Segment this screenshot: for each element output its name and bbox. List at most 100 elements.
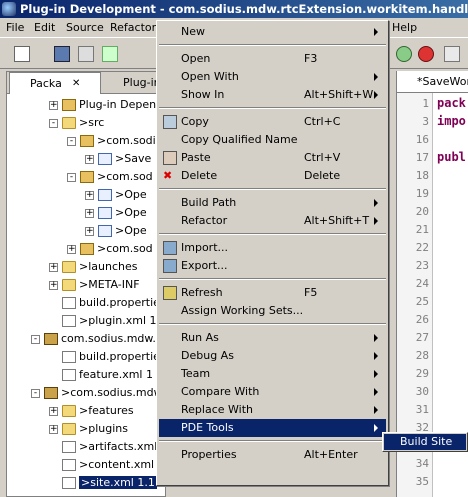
tree-item[interactable]: + >Ope	[85, 186, 147, 204]
collapse-icon[interactable]: -	[31, 388, 40, 398]
menu-item-export[interactable]: Export...	[159, 257, 386, 275]
menu-item-label: Copy Qualified Name	[181, 133, 298, 146]
tree-item[interactable]: + >META-INF	[49, 276, 140, 294]
menu-item-compare-with[interactable]: Compare With	[159, 383, 386, 401]
menu-item-open-with[interactable]: Open With	[159, 68, 386, 86]
menu-item-import[interactable]: Import...	[159, 239, 386, 257]
pkg-icon	[80, 135, 94, 147]
tree-item[interactable]: >content.xml	[49, 456, 154, 474]
line-number: 3	[422, 115, 429, 128]
save-icon[interactable]	[54, 46, 70, 62]
tree-item[interactable]: - >com.sod	[67, 168, 153, 186]
line-number: 29	[415, 367, 429, 380]
expand-icon[interactable]: +	[85, 226, 94, 236]
menu-item-label: PDE Tools	[181, 421, 234, 434]
menu-item-copy-qualified-name[interactable]: Copy Qualified Name	[159, 131, 386, 149]
menu-help[interactable]: Help	[392, 21, 417, 34]
submenu-arrow-icon	[374, 28, 378, 36]
menu-separator	[159, 323, 386, 325]
collapse-icon[interactable]: -	[31, 334, 40, 344]
tree-item[interactable]: - >com.sodius.mdw	[31, 384, 163, 402]
menu-item-label: Refresh	[181, 286, 223, 299]
menu-item-debug-as[interactable]: Debug As	[159, 347, 386, 365]
menu-separator	[159, 440, 386, 442]
menu-item-label: Team	[181, 367, 211, 380]
menu-item-team[interactable]: Team	[159, 365, 386, 383]
copy-icon	[163, 115, 177, 129]
tab-package-explorer[interactable]: Packa ✕	[9, 72, 101, 94]
menu-item-show-in[interactable]: Show In Alt+Shift+W	[159, 86, 386, 104]
tree-item-label: >Ope	[115, 188, 147, 201]
collapse-icon[interactable]: -	[67, 172, 76, 182]
expand-icon[interactable]: +	[85, 190, 94, 200]
line-number: 28	[415, 349, 429, 362]
tree-item[interactable]: + >com.sod	[67, 240, 153, 258]
menu-edit[interactable]: Edit	[34, 21, 55, 34]
external-tools-icon[interactable]	[418, 46, 434, 62]
expand-icon[interactable]: +	[49, 280, 58, 290]
close-icon[interactable]: ✕	[72, 73, 80, 94]
expand-icon[interactable]: +	[67, 244, 76, 254]
collapse-icon[interactable]: -	[49, 118, 58, 128]
menu-item-paste[interactable]: Paste Ctrl+V	[159, 149, 386, 167]
tree-item-label: >com.sodius.mdw	[61, 386, 163, 399]
tree-item[interactable]: + Plug-in Depen	[49, 96, 156, 114]
tree-item[interactable]: - >src	[49, 114, 104, 132]
search-icon[interactable]	[444, 46, 460, 62]
menu-item-shortcut: Ctrl+C	[304, 115, 341, 128]
tree-item[interactable]: + >Ope	[85, 204, 147, 222]
expand-icon[interactable]: +	[85, 154, 94, 164]
menu-separator	[159, 278, 386, 280]
submenu-arrow-icon	[374, 73, 378, 81]
new-icon[interactable]	[14, 46, 30, 62]
menu-refactor[interactable]: Refactor	[110, 21, 156, 34]
tree-item[interactable]: >site.xml 1.1	[49, 474, 157, 492]
menu-item-new[interactable]: New	[159, 23, 386, 41]
menu-item-refresh[interactable]: Refresh F5	[159, 284, 386, 302]
tree-item[interactable]: >artifacts.xml	[49, 438, 157, 456]
menu-source[interactable]: Source	[66, 21, 104, 34]
tree-item[interactable]: + >Ope	[85, 222, 147, 240]
menu-file[interactable]: File	[6, 21, 24, 34]
tree-item[interactable]: >plugin.xml 1	[49, 312, 157, 330]
menu-item-shortcut: Delete	[304, 169, 341, 182]
tree-item[interactable]: + >features	[49, 402, 134, 420]
tree-item-label: feature.xml 1	[79, 368, 153, 381]
expand-icon[interactable]: +	[49, 100, 58, 110]
tree-item[interactable]: feature.xml 1	[49, 366, 153, 384]
tree-item-label: Plug-in Depen	[79, 98, 157, 111]
export-icon	[163, 259, 177, 273]
menu-item-replace-with[interactable]: Replace With	[159, 401, 386, 419]
menu-item-delete[interactable]: ✖ Delete Delete	[159, 167, 386, 185]
menu-item-shortcut: F3	[304, 52, 318, 65]
print-icon[interactable]	[78, 46, 94, 62]
run-icon[interactable]	[396, 46, 412, 62]
editor-tab[interactable]: *SaveWor	[397, 71, 468, 93]
pkg-icon	[80, 171, 94, 183]
menu-item-pde-tools[interactable]: PDE Tools	[159, 419, 386, 437]
expand-icon[interactable]: +	[49, 406, 58, 416]
tree-item[interactable]: + >Save	[85, 150, 151, 168]
menu-item-build-path[interactable]: Build Path	[159, 194, 386, 212]
menu-item-run-as[interactable]: Run As	[159, 329, 386, 347]
menu-item-assign-working-sets[interactable]: Assign Working Sets...	[159, 302, 386, 320]
expand-icon[interactable]: +	[49, 262, 58, 272]
build-site-menu-item[interactable]: Build Site	[384, 434, 466, 450]
tree-item[interactable]: build.propertie	[49, 348, 160, 366]
expand-icon[interactable]: +	[85, 208, 94, 218]
menu-item-copy[interactable]: Copy Ctrl+C	[159, 113, 386, 131]
tree-item[interactable]: - >com.sodi	[67, 132, 156, 150]
menu-item-open[interactable]: Open F3	[159, 50, 386, 68]
menu-item-properties[interactable]: Properties Alt+Enter	[159, 446, 386, 464]
collapse-icon[interactable]: -	[67, 136, 76, 146]
tree-item-label: >artifacts.xml	[79, 440, 158, 453]
open-type-icon[interactable]	[102, 46, 118, 62]
expand-icon[interactable]: +	[49, 424, 58, 434]
tree-item[interactable]: build.propertie	[49, 294, 160, 312]
tree-item[interactable]: + >launches	[49, 258, 137, 276]
tree-item[interactable]: - com.sodius.mdw.r	[31, 330, 160, 348]
submenu-arrow-icon	[374, 199, 378, 207]
tree-item[interactable]: + >plugins	[49, 420, 128, 438]
menu-item-refactor[interactable]: Refactor Alt+Shift+T	[159, 212, 386, 230]
java-icon	[98, 225, 112, 237]
